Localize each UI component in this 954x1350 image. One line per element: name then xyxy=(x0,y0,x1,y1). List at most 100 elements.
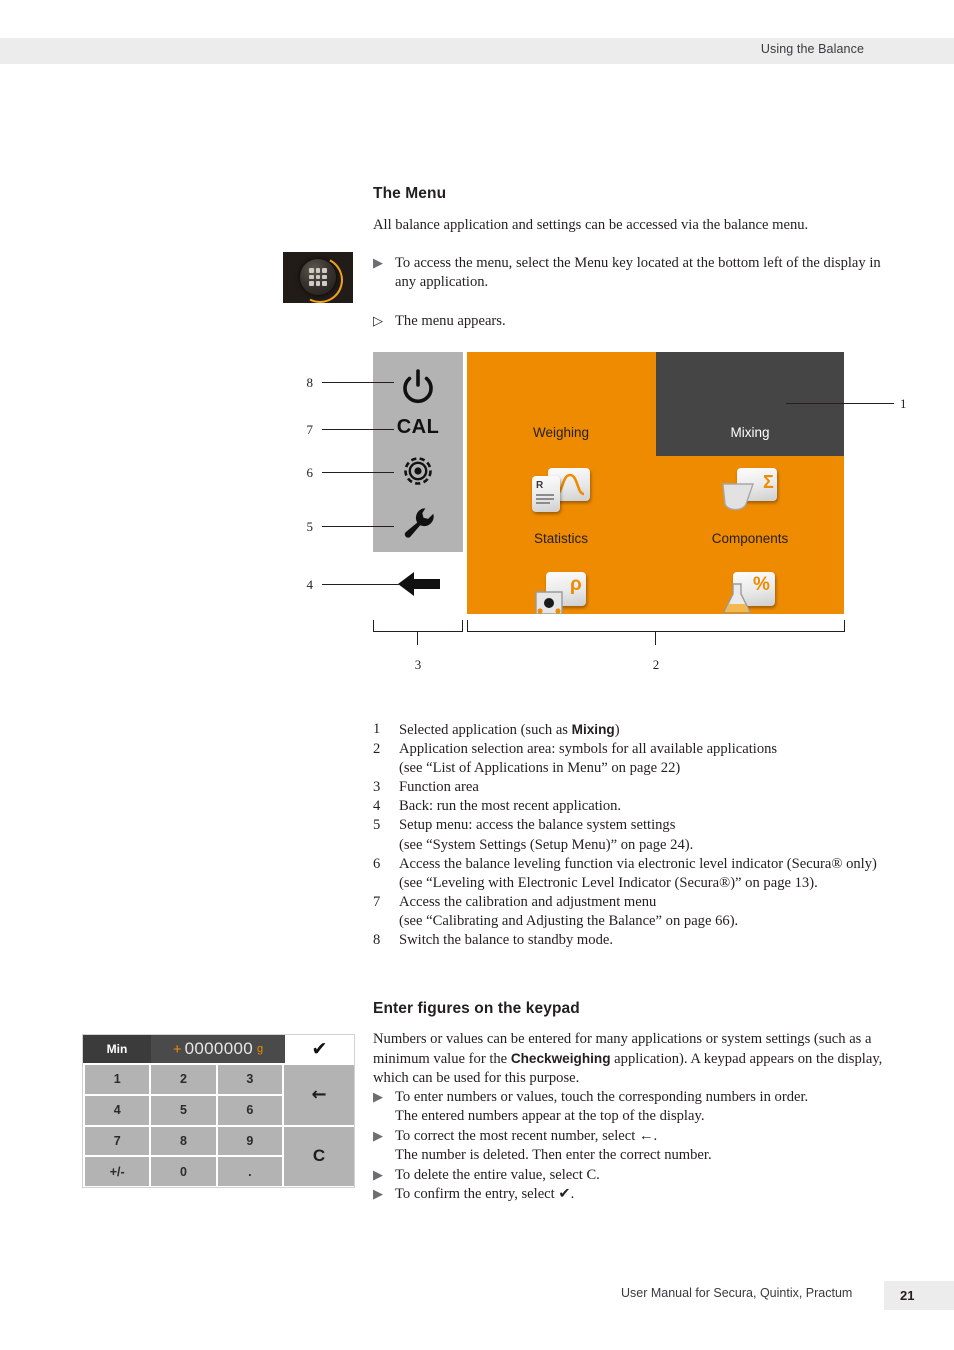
legend-1-tail: ) xyxy=(614,722,620,738)
keypad-step-2-line-1: To correct the most recent number, selec… xyxy=(395,1128,658,1144)
menu-key-icon xyxy=(283,252,353,303)
legend-6-line-2: (see “Leveling with Electronic Level Ind… xyxy=(399,874,818,891)
app-tile-mixing-label: Mixing xyxy=(730,425,770,440)
keypad-number-grid: 1 2 3 4 5 6 7 8 9 +/- 0 . xyxy=(85,1065,282,1186)
keypad-key-8[interactable]: 8 xyxy=(151,1126,216,1156)
brace-function-area xyxy=(373,620,463,632)
callout-line-7 xyxy=(322,429,394,430)
callout-line-8 xyxy=(322,382,394,383)
brace-app-selection-area xyxy=(467,620,845,632)
keypad-side-column: ← C xyxy=(284,1065,354,1186)
callout-number-2: 2 xyxy=(652,657,660,672)
legend-7-line-1: Access the calibration and adjustment me… xyxy=(399,893,657,910)
legend-1-bold: Mixing xyxy=(571,722,615,737)
legend-num-5: 5 xyxy=(373,817,381,834)
legend-5-line-1: Setup menu: access the balance system se… xyxy=(399,817,676,834)
back-arrow-icon[interactable] xyxy=(398,570,440,598)
keypad-step-2: ▶ To correct the most recent number, sel… xyxy=(373,1127,903,1165)
keypad-graphic: Min + 0000000 g ✔ 1 2 3 4 5 6 7 8 9 +/- … xyxy=(82,1034,355,1188)
menu-step-1-text: To access the menu, select the Menu key … xyxy=(395,255,881,290)
keypad-display-row: Min + 0000000 g ✔ xyxy=(83,1035,354,1063)
keypad-backspace-button[interactable]: ← xyxy=(284,1065,354,1125)
legend-item-4: 4 Back: run the most recent application. xyxy=(373,797,918,816)
legend-2-line-1: Application selection area: symbols for … xyxy=(399,741,778,758)
callout-number-4: 4 xyxy=(306,577,314,592)
legend-num-7: 7 xyxy=(373,893,381,910)
legend-6-line-1: Access the balance leveling function via… xyxy=(399,855,877,872)
components-icon: Σ xyxy=(719,466,781,516)
keypad-intro-paragraph: Numbers or values can be entered for man… xyxy=(373,1030,913,1088)
app-tile-weighing[interactable]: Weighing xyxy=(467,352,655,456)
legend-num-6: 6 xyxy=(373,855,381,872)
keypad-step-4-line-1: To confirm the entry, select ✔. xyxy=(395,1186,575,1202)
rho-glyph: ρ xyxy=(570,574,582,595)
filled-triangle-icon: ▶ xyxy=(373,256,383,271)
setup-wrench-icon[interactable] xyxy=(401,506,437,540)
keypad-key-2[interactable]: 2 xyxy=(151,1065,216,1094)
density-rho-icon: ρ xyxy=(530,570,592,614)
menu-step-2: ▷ The menu appears. xyxy=(373,312,893,331)
callout-number-6: 6 xyxy=(306,465,314,480)
percent-glyph: % xyxy=(753,574,770,595)
keypad-intro-bold: Checkweighing xyxy=(510,1051,611,1066)
app-tile-components[interactable]: Σ Components xyxy=(656,458,844,562)
report-r-glyph: R xyxy=(536,480,544,491)
keypad-confirm-button[interactable]: ✔ xyxy=(285,1035,354,1063)
keypad-step-1: ▶ To enter numbers or values, touch the … xyxy=(373,1088,903,1126)
legend-item-2: 2 Application selection area: symbols fo… xyxy=(373,740,918,778)
legend-num-4: 4 xyxy=(373,798,381,815)
legend-text-4: Back: run the most recent application. xyxy=(399,798,622,815)
keypad-step-1-line-1: To enter numbers or values, touch the co… xyxy=(395,1089,809,1105)
page-title-the-menu: The Menu xyxy=(373,185,447,202)
app-tile-mixing[interactable]: Mixing xyxy=(656,352,844,456)
app-tile-density[interactable]: ρ xyxy=(467,564,655,614)
filled-triangle-icon: ▶ xyxy=(373,1129,383,1144)
keypad-step-2-line-2: The number is deleted. Then enter the co… xyxy=(395,1147,712,1163)
callout-number-3: 3 xyxy=(414,657,422,672)
keypad-key-0[interactable]: 0 xyxy=(151,1157,216,1186)
keypad-key-3[interactable]: 3 xyxy=(217,1065,282,1094)
legend-item-8: 8 Switch the balance to standby mode. xyxy=(373,931,918,950)
keypad-key-plusminus[interactable]: +/- xyxy=(85,1157,150,1186)
callout-line-1 xyxy=(786,403,894,404)
keypad-key-4[interactable]: 4 xyxy=(85,1095,150,1125)
brace-stem-3 xyxy=(417,631,418,645)
legend-7-line-2: (see “Calibrating and Adjusting the Bala… xyxy=(399,912,739,929)
running-head: Using the Balance xyxy=(760,42,864,56)
legend-text-8: Switch the balance to standby mode. xyxy=(399,932,613,949)
level-indicator-icon[interactable] xyxy=(401,454,435,488)
brace-stem-2 xyxy=(655,631,656,645)
legend-item-3: 3 Function area xyxy=(373,778,918,797)
legend-1-a: Selected application (such as xyxy=(399,722,572,738)
keypad-clear-button[interactable]: C xyxy=(284,1126,354,1186)
keypad-step-1-body: To enter numbers or values, touch the co… xyxy=(395,1088,808,1126)
keypad-key-decimal[interactable]: . xyxy=(217,1157,282,1186)
keypad-key-7[interactable]: 7 xyxy=(85,1126,150,1156)
app-tile-percent[interactable]: % xyxy=(656,564,844,614)
calibration-cal-icon[interactable]: CAL xyxy=(373,416,463,439)
callout-number-8: 8 xyxy=(306,375,314,390)
keypad-key-6[interactable]: 6 xyxy=(217,1095,282,1125)
keypad-key-9[interactable]: 9 xyxy=(217,1126,282,1156)
keypad-value-display[interactable]: + 0000000 g xyxy=(151,1035,285,1063)
legend-5-line-2: (see “System Settings (Setup Menu)” on p… xyxy=(399,836,694,853)
keypad-key-5[interactable]: 5 xyxy=(151,1095,216,1125)
legend-num-2: 2 xyxy=(373,741,381,758)
standby-power-icon[interactable] xyxy=(399,368,437,406)
legend-item-7: 7 Access the calibration and adjustment … xyxy=(373,893,918,931)
filled-triangle-icon: ▶ xyxy=(373,1168,383,1183)
keypad-key-1[interactable]: 1 xyxy=(85,1065,150,1094)
filled-triangle-icon: ▶ xyxy=(373,1090,383,1105)
percent-icon: % xyxy=(719,570,781,614)
legend-item-5: 5 Setup menu: access the balance system … xyxy=(373,816,918,854)
footer-manual-title: User Manual for Secura, Quintix, Practum xyxy=(621,1286,853,1300)
app-tile-statistics[interactable]: R Statistics xyxy=(467,458,655,562)
keypad-step-3: ▶ To delete the entire value, select C. xyxy=(373,1166,903,1185)
page-header-band: Using the Balance xyxy=(0,38,954,64)
application-selection-area: Weighing Mixing R Statistics Σ Component… xyxy=(467,352,844,614)
keypad-step-2-body: To correct the most recent number, selec… xyxy=(395,1127,712,1165)
legend-num-8: 8 xyxy=(373,932,381,949)
menu-step-1: ▶ To access the menu, select the Menu ke… xyxy=(373,254,893,292)
keypad-value-digits: 0000000 xyxy=(184,1039,253,1058)
menu-intro-paragraph: All balance application and settings can… xyxy=(373,217,809,233)
